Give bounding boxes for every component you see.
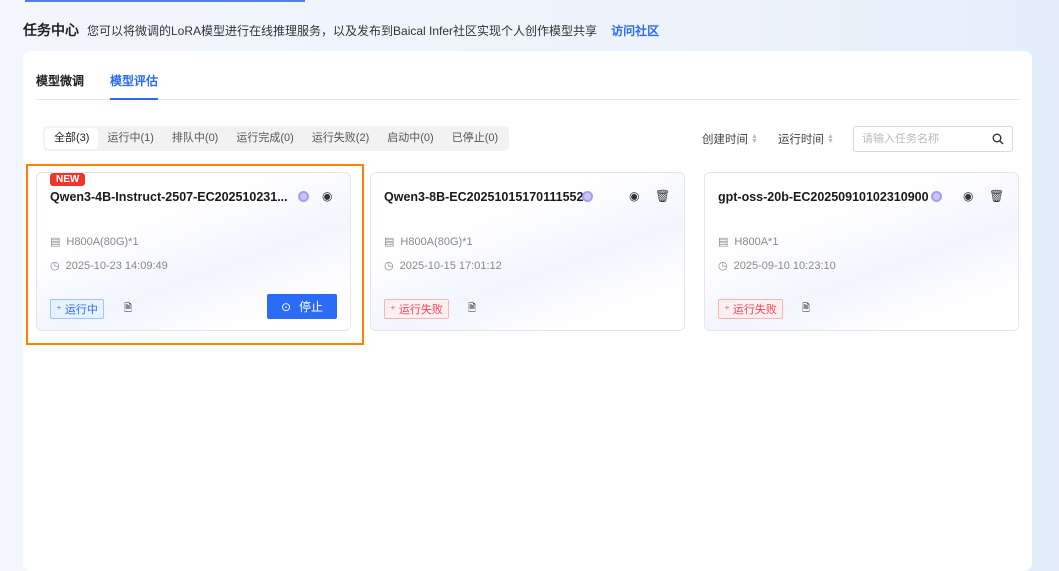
filter-queued[interactable]: 排队中(0) (163, 128, 227, 149)
top-bar (25, 0, 305, 2)
search-input[interactable] (862, 133, 982, 145)
search-box (853, 126, 1013, 152)
sort-created-time[interactable]: 创建时间 ▲ ▼ (702, 131, 758, 147)
sort-label: 运行时间 (777, 133, 824, 146)
stop-icon: ⊙ (280, 299, 292, 314)
filter-stopped[interactable]: 已停止(0) (443, 128, 507, 149)
search-icon[interactable] (992, 133, 1004, 145)
view-eye-icon[interactable]: ◉ (629, 189, 639, 203)
task-title: gpt-oss-20b-EC20250910102310900 (718, 190, 929, 204)
sort-caret-icon: ▲ ▼ (826, 132, 834, 145)
time-text: 2025-10-15 17:01:12 (399, 259, 502, 272)
log-file-icon[interactable]: 🗎 (802, 301, 810, 318)
visit-community-link[interactable]: 访问社区 (611, 22, 659, 39)
log-file-icon[interactable]: 🗎 (468, 301, 476, 318)
page-header: 任务中心 您可以将微调的LoRA模型进行在线推理服务，以及发布到Baical I… (23, 20, 659, 40)
filter-completed[interactable]: 运行完成(0) (227, 128, 302, 149)
delete-trash-icon[interactable]: 🗑 (655, 189, 670, 203)
gpu-text: H800A(80G)*1 (66, 235, 139, 248)
task-card[interactable]: NEW Qwen3-4B-Instruct-2507-EC202510231..… (36, 172, 351, 331)
view-eye-icon[interactable]: ◉ (322, 189, 332, 203)
model-icon (582, 191, 593, 202)
tab-evaluation[interactable]: 模型评估 (110, 73, 159, 100)
delete-trash-icon[interactable]: 🗑 (989, 189, 1004, 203)
tabs: 模型微调 模型评估 (36, 73, 1020, 100)
gpu-text: H800A*1 (734, 235, 779, 248)
filter-starting[interactable]: 启动中(0) (378, 128, 442, 149)
time-info: ◷ 2025-10-15 17:01:12 (384, 259, 502, 273)
new-badge: NEW (50, 173, 86, 186)
server-icon: ▤ (50, 236, 61, 248)
task-title: Qwen3-4B-Instruct-2507-EC202510231... (50, 190, 288, 204)
time-info: ◷ 2025-09-10 10:23:10 (718, 259, 836, 273)
gpu-info: ▤ H800A(80G)*1 (50, 235, 139, 249)
filter-failed[interactable]: 运行失败(2) (303, 128, 378, 149)
stop-label: 停止 (299, 300, 324, 314)
gpu-info: ▤ H800A*1 (718, 235, 779, 249)
model-icon (931, 191, 942, 202)
stop-button[interactable]: ⊙ 停止 (267, 294, 337, 319)
status-badge: ⁺ 运行失败 (718, 299, 783, 319)
clock-icon: ◷ (384, 260, 394, 272)
task-card[interactable]: Qwen3-8B-EC20251015170111552 ◉ 🗑 ▤ H800A(… (370, 172, 685, 331)
tab-fine-tune[interactable]: 模型微调 (36, 73, 84, 100)
task-card[interactable]: gpt-oss-20b-EC20250910102310900 ◉ 🗑 ▤ H80… (704, 172, 1019, 331)
main-panel: 模型微调 模型评估 全部(3) 运行中(1) 排队中(0) 运行完成(0) 运行… (23, 51, 1032, 571)
clock-icon: ◷ (50, 260, 60, 272)
time-text: 2025-09-10 10:23:10 (733, 259, 836, 272)
page-title: 任务中心 (23, 22, 79, 38)
sort-label: 创建时间 (702, 133, 748, 146)
log-file-icon[interactable]: 🗎 (124, 301, 132, 318)
clock-icon: ◷ (718, 260, 728, 272)
gpu-text: H800A(80G)*1 (400, 235, 473, 248)
time-text: 2025-10-23 14:09:49 (65, 259, 168, 272)
page-description: 您可以将微调的LoRA模型进行在线推理服务，以及发布到Baical Infer社… (87, 23, 598, 38)
sort-caret-icon: ▲ ▼ (751, 132, 758, 145)
gpu-info: ▤ H800A(80G)*1 (384, 235, 473, 249)
filter-all[interactable]: 全部(3) (45, 128, 99, 149)
status-badge: ⁺ 运行失败 (384, 299, 449, 319)
view-eye-icon[interactable]: ◉ (963, 189, 973, 203)
status-filter: 全部(3) 运行中(1) 排队中(0) 运行完成(0) 运行失败(2) 启动中(… (43, 126, 510, 151)
sort-run-time[interactable]: 运行时间 ▲ ▼ (778, 131, 834, 147)
status-badge: ⁺ 运行中 (50, 299, 104, 319)
model-icon (298, 191, 309, 202)
server-icon: ▤ (384, 236, 395, 248)
time-info: ◷ 2025-10-23 14:09:49 (50, 259, 168, 273)
task-title: Qwen3-8B-EC20251015170111552 (384, 190, 584, 204)
sort-controls: 创建时间 ▲ ▼ 运行时间 ▲ ▼ (702, 126, 834, 151)
filter-running[interactable]: 运行中(1) (98, 128, 162, 149)
server-icon: ▤ (718, 236, 729, 248)
